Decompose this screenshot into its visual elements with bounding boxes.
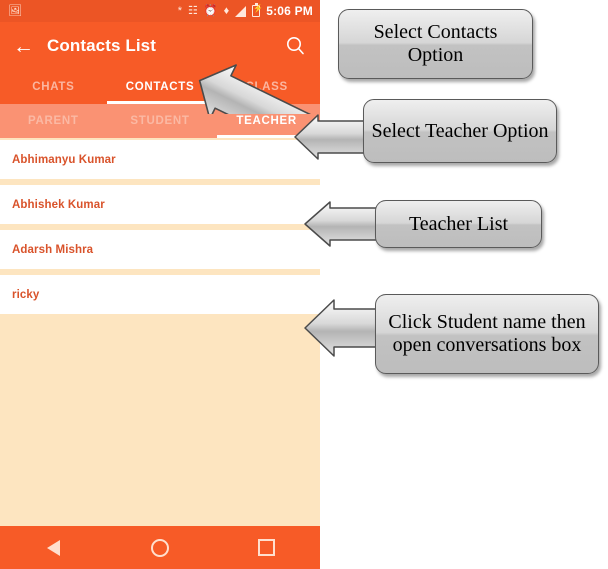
nav-recent-button[interactable] [213, 539, 320, 556]
image-icon: 🖼 [8, 4, 22, 17]
tab-parent[interactable]: PARENT [0, 104, 107, 138]
tab-contacts-label: CONTACTS [125, 81, 195, 93]
battery-charging-icon [252, 3, 263, 17]
nav-recent-icon [258, 539, 276, 556]
annotation-text: Teacher List [408, 212, 509, 235]
alarm-icon: ⏰ [203, 4, 218, 17]
tab-teacher-label: TEACHER [236, 115, 297, 127]
list-item[interactable]: Abhimanyu Kumar [0, 140, 320, 179]
android-navigation-bar [0, 526, 320, 569]
bluetooth-icon: * [177, 4, 183, 17]
annotation-callout: Select Teacher Option [363, 99, 557, 163]
nav-back-icon [46, 539, 60, 556]
annotation-callout: Select Contacts Option [338, 9, 533, 79]
arrow-left [304, 201, 382, 247]
annotation-callout: Teacher List [375, 200, 542, 248]
status-bar-right-icons: * ☷ ⏰ ♦ 5:06 PM [177, 3, 313, 18]
list-item[interactable]: Adarsh Mishra [0, 230, 320, 269]
status-bar-clock: 5:06 PM [266, 4, 313, 18]
signal-icon [235, 5, 247, 17]
nav-home-button[interactable] [107, 538, 214, 557]
annotation-callout: Click Student name then open conversatio… [375, 294, 599, 374]
status-bar: 🖼 * ☷ ⏰ ♦ 5:06 PM [0, 0, 320, 22]
arrow-diagonal-down-left [198, 64, 347, 114]
tab-student-label: STUDENT [130, 115, 190, 127]
back-arrow-icon[interactable]: ← [13, 36, 39, 57]
annotation-text: Select Contacts Option [373, 21, 498, 66]
nav-home-icon [151, 538, 169, 557]
annotation-text: Click Student name then open conversatio… [388, 311, 586, 356]
contacts-list: Abhimanyu Kumar Abhishek Kumar Adarsh Mi… [0, 138, 320, 314]
arrow-left [304, 299, 382, 357]
vibrate-icon: ☷ [188, 4, 198, 17]
nav-back-button[interactable] [0, 539, 107, 556]
tab-parent-label: PARENT [28, 115, 79, 127]
contact-name: Abhishek Kumar [12, 198, 105, 211]
contact-name: Adarsh Mishra [12, 243, 94, 256]
status-bar-left-icons: 🖼 [8, 4, 178, 17]
list-item[interactable]: Abhishek Kumar [0, 185, 320, 224]
list-item[interactable]: ricky [0, 275, 320, 314]
tab-chats-label: CHATS [32, 81, 75, 93]
tab-chats[interactable]: CHATS [0, 70, 107, 104]
contact-name: ricky [12, 288, 40, 301]
gps-icon: ♦ [223, 4, 230, 17]
annotation-text: Select Teacher Option [371, 119, 549, 142]
contact-name: Abhimanyu Kumar [12, 153, 116, 166]
arrow-left [294, 114, 370, 160]
